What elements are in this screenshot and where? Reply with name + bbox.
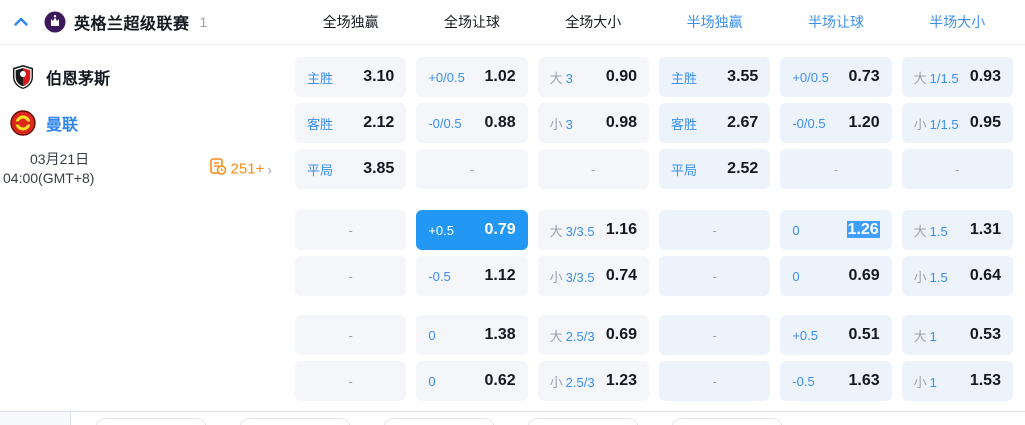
- odds-cell[interactable]: 大 1.5 1.31: [901, 210, 1013, 250]
- odds-cell[interactable]: 大 1 0.53: [901, 315, 1013, 355]
- odds-cell[interactable]: 主胜 3.10: [295, 57, 407, 97]
- odds-cell-empty: -: [658, 361, 771, 401]
- empty-left-cell: [0, 312, 290, 358]
- odds-cell[interactable]: 大 1/1.5 0.93: [901, 57, 1013, 97]
- away-team-name[interactable]: 曼联: [46, 111, 78, 135]
- row-handicap-3: -0 1.38 大 2.5/3 0.69- +0.5 0.51 大 1 0.53: [0, 312, 1025, 358]
- col-header-ht-overunder: 半场大小: [929, 14, 986, 30]
- quick-filter-button[interactable]: [671, 418, 783, 425]
- odds-row: - -0.5 1.12 小 3/3.5 0.74-0 0.69 小 1.5 0.64: [290, 256, 1025, 296]
- odds-cell[interactable]: 大 2.5/3 0.69: [537, 315, 649, 355]
- odds-cell-empty: -: [901, 149, 1013, 189]
- away-team-cell: 曼联: [0, 100, 290, 146]
- league-match-count: 1: [199, 14, 208, 30]
- odds-cell-empty: -: [295, 361, 407, 401]
- odds-cell-empty: -: [658, 210, 771, 250]
- quick-filter-row: [71, 412, 783, 425]
- odds-cell[interactable]: 小 2.5/3 1.23: [537, 361, 649, 401]
- odds-row: 平局 3.85- - 平局 2.52- -: [290, 149, 1025, 189]
- odds-cell-empty: -: [658, 315, 771, 355]
- odds-cell[interactable]: -0/0.5 0.88: [416, 103, 528, 143]
- bottom-corner-block: [0, 412, 71, 425]
- odds-cell-empty: -: [416, 149, 528, 189]
- col-header-ft-1x2: 全场独赢: [322, 14, 379, 30]
- odds-board: 英格兰超级联赛 1 全场独赢 全场让球 全场大小 半场独赢 半场让球 半场大小: [0, 0, 1025, 425]
- match-datetime: 03月21日 04:00(GMT+8): [3, 150, 94, 188]
- man-utd-crest-icon: [10, 110, 36, 136]
- odds-cell-empty: -: [295, 256, 407, 296]
- empty-left-cell: [0, 207, 290, 253]
- odds-cell[interactable]: 0 0.69: [780, 256, 892, 296]
- odds-cell[interactable]: +0/0.5 1.02: [416, 57, 528, 97]
- col-header-ht-1x2: 半场独赢: [686, 14, 743, 30]
- premier-league-logo: [44, 11, 66, 33]
- col-header-ft-overunder: 全场大小: [565, 14, 622, 30]
- promo-doc-clock-icon: [209, 158, 227, 181]
- home-team-name[interactable]: 伯恩茅斯: [46, 65, 110, 89]
- row-handicap-2b: - -0.5 1.12 小 3/3.5 0.74-0 0.69 小 1.5 0.64: [0, 253, 1025, 299]
- odds-cell[interactable]: -0.5 1.63: [780, 361, 892, 401]
- odds-cell-empty: -: [295, 210, 407, 250]
- odds-cell[interactable]: 0 0.62: [416, 361, 528, 401]
- quick-filter-button[interactable]: [527, 418, 639, 425]
- row-handicap-3b: -0 0.62 小 2.5/3 1.23- -0.5 1.63 小 1 1.53: [0, 358, 1025, 404]
- odds-cell[interactable]: 大 3 0.90: [537, 57, 649, 97]
- odds-cell[interactable]: 小 1/1.5 0.95: [901, 103, 1013, 143]
- odds-cell-empty: -: [295, 315, 407, 355]
- match-time: 04:00(GMT+8): [3, 170, 95, 186]
- odds-row: -0 1.38 大 2.5/3 0.69- +0.5 0.51 大 1 0.53: [290, 315, 1025, 355]
- odds-cell[interactable]: 主胜 3.55: [658, 57, 771, 97]
- away-team[interactable]: 曼联: [10, 110, 78, 136]
- odds-row: -0 0.62 小 2.5/3 1.23- -0.5 1.63 小 1 1.53: [290, 361, 1025, 401]
- odds-cell[interactable]: 平局 3.85: [295, 149, 407, 189]
- odds-cell[interactable]: +0.5 0.51: [780, 315, 892, 355]
- odds-row: 主胜 3.10 +0/0.5 1.02 大 3 0.90 主胜 3.55 +0/0.5 0.73 大 1…: [290, 57, 1025, 97]
- bournemouth-crest-icon: [10, 64, 36, 90]
- home-team[interactable]: 伯恩茅斯: [10, 64, 110, 90]
- col-header-ft-handicap: 全场让球: [443, 14, 500, 30]
- row-home-team: 伯恩茅斯 主胜 3.10 +0/0.5 1.02 大 3 0.90 主胜 3.55 +0/0.5 0…: [0, 54, 1025, 100]
- odds-row: 客胜 2.12 -0/0.5 0.88 小 3 0.98 客胜 2.67 -0/0.5 1.20 小 1…: [290, 103, 1025, 143]
- match-date: 03月21日: [30, 151, 90, 167]
- row-away-team: 曼联 客胜 2.12 -0/0.5 0.88 小 3 0.98 客胜 2.67 -0/0.5 1.2…: [0, 100, 1025, 146]
- odds-cell[interactable]: 小 3 0.98: [537, 103, 649, 143]
- odds-cell[interactable]: 大 3/3.5 1.16: [537, 210, 649, 250]
- odds-cell[interactable]: -0.5 1.12: [416, 256, 528, 296]
- odds-cell[interactable]: 小 1.5 0.64: [901, 256, 1013, 296]
- quick-filter-button[interactable]: [95, 418, 207, 425]
- empty-left-cell: [0, 253, 290, 299]
- odds-cell[interactable]: +0.5 0.79: [416, 210, 528, 250]
- col-header-ht-handicap: 半场让球: [807, 14, 864, 30]
- row-draw: 03月21日 04:00(GMT+8) 251+ › 平局 3.85 - - 平…: [0, 146, 1025, 192]
- quick-filter-button[interactable]: [383, 418, 495, 425]
- row-handicap-2: - +0.5 0.79 大 3/3.5 1.16-0 1.26 大 1.5 1.31: [0, 207, 1025, 253]
- empty-left-cell: [0, 358, 290, 404]
- bottom-bar: [0, 411, 1025, 425]
- home-team-cell: 伯恩茅斯: [0, 54, 290, 100]
- odds-cell[interactable]: -0/0.5 1.20: [780, 103, 892, 143]
- odds-row: - +0.5 0.79 大 3/3.5 1.16-0 1.26 大 1.5 1.31: [290, 210, 1025, 250]
- match-info-cell: 03月21日 04:00(GMT+8) 251+ ›: [0, 146, 290, 192]
- odds-cell[interactable]: 0 1.26: [780, 210, 892, 250]
- odds-cell[interactable]: 客胜 2.67: [658, 103, 771, 143]
- more-markets-link[interactable]: 251+ ›: [209, 158, 272, 181]
- odds-cell[interactable]: 0 1.38: [416, 315, 528, 355]
- odds-cell-empty: -: [537, 149, 649, 189]
- market-column-headers: 全场独赢 全场让球 全场大小 半场独赢 半场让球 半场大小: [290, 12, 1025, 32]
- league-cell: 英格兰超级联赛 1: [0, 10, 290, 34]
- league-title: 英格兰超级联赛: [74, 16, 190, 33]
- odds-cell-empty: -: [780, 149, 892, 189]
- league-header: 英格兰超级联赛 1 全场独赢 全场让球 全场大小 半场独赢 半场让球 半场大小: [0, 0, 1025, 45]
- quick-filter-button[interactable]: [239, 418, 351, 425]
- odds-cell[interactable]: 客胜 2.12: [295, 103, 407, 143]
- collapse-chevron-up-icon[interactable]: [12, 13, 30, 31]
- odds-cell[interactable]: +0/0.5 0.73: [780, 57, 892, 97]
- more-markets-count[interactable]: 251+: [231, 161, 265, 178]
- odds-cell[interactable]: 平局 2.52: [658, 149, 771, 189]
- odds-cell-empty: -: [658, 256, 771, 296]
- odds-grid: 伯恩茅斯 主胜 3.10 +0/0.5 1.02 大 3 0.90 主胜 3.55 +0/0.5 0…: [0, 45, 1025, 404]
- odds-cell[interactable]: 小 1 1.53: [901, 361, 1013, 401]
- chevron-right-icon: ›: [267, 161, 272, 177]
- odds-cell[interactable]: 小 3/3.5 0.74: [537, 256, 649, 296]
